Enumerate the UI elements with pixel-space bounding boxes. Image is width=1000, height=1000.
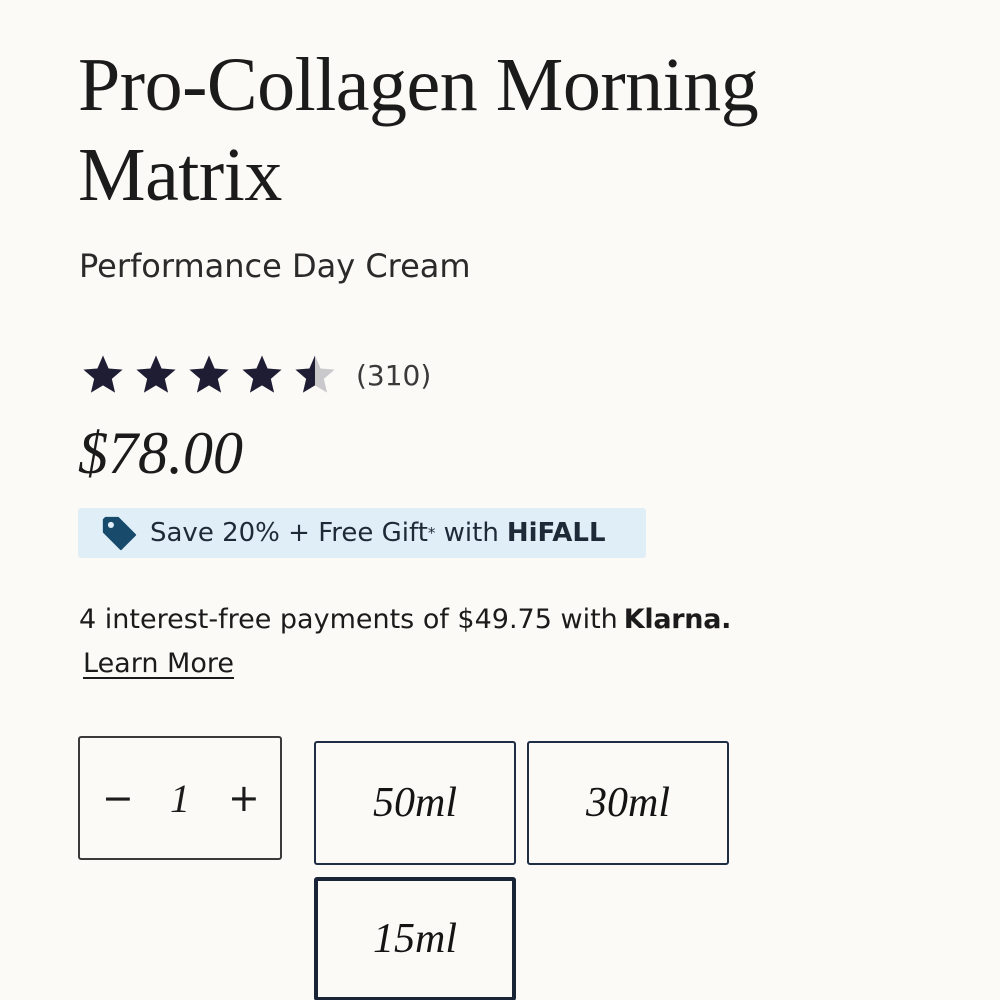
promo-asterisk: * bbox=[427, 524, 436, 542]
promo-banner: Save 20% + Free Gift * with HiFALL bbox=[78, 508, 646, 558]
size-option-15ml[interactable]: 15ml bbox=[314, 877, 516, 1000]
star-half-icon bbox=[292, 352, 338, 398]
quantity-value[interactable]: 1 bbox=[170, 775, 190, 822]
rating-row[interactable]: (310) bbox=[80, 350, 431, 400]
product-subtitle: Performance Day Cream bbox=[79, 247, 471, 285]
quantity-stepper: − 1 + bbox=[78, 736, 282, 860]
klarna-payments: 4 interest-free payments of $49.75 with K… bbox=[79, 600, 731, 640]
klarna-text: 4 interest-free payments of $49.75 with bbox=[79, 604, 618, 635]
product-price: $78.00 bbox=[78, 420, 243, 486]
promo-text: Save 20% + Free Gift bbox=[150, 518, 428, 548]
size-option-30ml[interactable]: 30ml bbox=[527, 741, 729, 865]
promo-code: HiFALL bbox=[506, 518, 606, 548]
promo-with: with bbox=[443, 518, 499, 548]
decrease-quantity-button[interactable]: − bbox=[102, 776, 134, 820]
star-full-icon bbox=[186, 352, 232, 398]
star-full-icon bbox=[133, 352, 179, 398]
increase-quantity-button[interactable]: + bbox=[228, 776, 260, 820]
klarna-logo: Klarna. bbox=[623, 604, 732, 635]
size-option-50ml[interactable]: 50ml bbox=[314, 741, 516, 865]
star-rating bbox=[80, 352, 338, 398]
star-full-icon bbox=[239, 352, 285, 398]
star-full-icon bbox=[80, 352, 126, 398]
product-title: Pro-Collagen Morning Matrix bbox=[78, 40, 938, 220]
price-tag-icon bbox=[102, 516, 137, 551]
product-title-line-2: Matrix bbox=[78, 133, 282, 217]
review-count[interactable]: (310) bbox=[356, 359, 431, 392]
learn-more-link[interactable]: Learn More bbox=[83, 644, 234, 684]
product-title-line-1: Pro-Collagen Morning bbox=[78, 43, 759, 127]
